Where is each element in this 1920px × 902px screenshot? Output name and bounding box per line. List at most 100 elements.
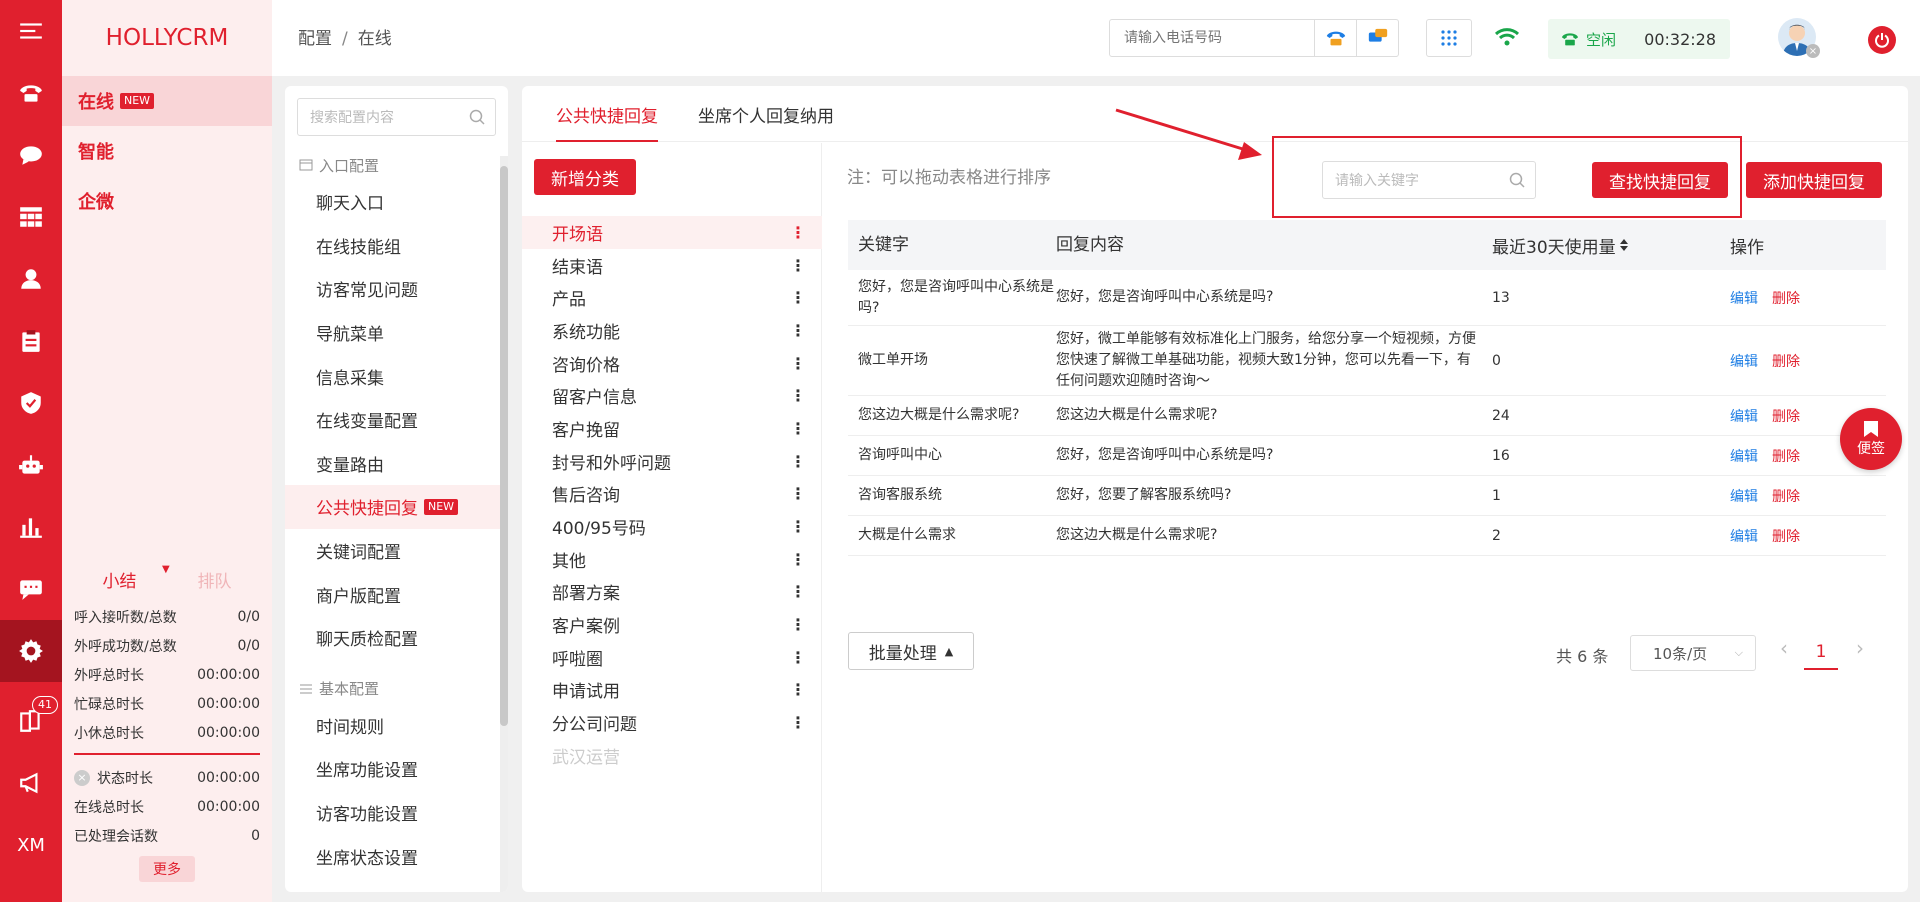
category-item[interactable]: 留客户信息 ⋮	[522, 379, 822, 412]
category-item[interactable]: 售后咨询 ⋮	[522, 478, 822, 511]
more-vertical-icon[interactable]: ⋮	[790, 713, 806, 732]
batch-action-button[interactable]: 批量处理 ▲	[848, 632, 974, 670]
category-item[interactable]: 客户案例 ⋮	[522, 608, 822, 641]
megaphone-icon[interactable]	[0, 752, 62, 814]
menu-item-smart[interactable]: 智能	[62, 126, 272, 176]
config-item[interactable]: 坐席状态设置	[285, 834, 508, 878]
config-item[interactable]: 在线变量配置	[285, 398, 508, 442]
category-item[interactable]: 申请试用 ⋮	[522, 674, 822, 707]
tab-public-quick-reply[interactable]: 公共快捷回复	[556, 86, 658, 142]
tab-summary[interactable]: 小结	[103, 567, 137, 592]
page-size-select[interactable]: 10条/页 ⌵	[1630, 635, 1756, 671]
delete-link[interactable]: 删除	[1772, 351, 1800, 371]
more-vertical-icon[interactable]: ⋮	[790, 419, 806, 438]
config-item[interactable]: 变量路由	[285, 442, 508, 486]
menu-icon[interactable]	[0, 0, 62, 62]
more-vertical-icon[interactable]: ⋮	[790, 517, 806, 536]
category-item[interactable]: 呼啦圈 ⋮	[522, 641, 822, 674]
category-item[interactable]: 开场语 ⋮	[522, 216, 822, 249]
prev-page-icon[interactable]: ‹	[1780, 636, 1788, 660]
table-row[interactable]: 您好，您是咨询呼叫中心系统是吗? 您好，您是咨询呼叫中心系统是吗? 13 编辑 删除	[848, 270, 1886, 326]
sort-icon[interactable]	[1619, 237, 1629, 253]
tab-agent-personal-reply[interactable]: 坐席个人回复纳用	[698, 86, 834, 142]
message-icon[interactable]	[0, 558, 62, 620]
scrollbar[interactable]	[500, 156, 508, 892]
edit-link[interactable]: 编辑	[1730, 351, 1758, 371]
config-item-quick-reply[interactable]: 公共快捷回复 NEW	[285, 485, 508, 529]
category-item[interactable]: 武汉运营	[522, 739, 822, 772]
more-vertical-icon[interactable]: ⋮	[790, 550, 806, 569]
category-item[interactable]: 分公司问题 ⋮	[522, 706, 822, 739]
more-button[interactable]: 更多	[139, 856, 195, 882]
edit-link[interactable]: 编辑	[1730, 486, 1758, 506]
config-item[interactable]: 时间规则	[285, 704, 508, 748]
category-item[interactable]: 咨询价格 ⋮	[522, 347, 822, 380]
dial-button[interactable]	[1314, 20, 1356, 56]
config-item[interactable]: 坐席功能设置	[285, 747, 508, 791]
power-button[interactable]	[1868, 26, 1896, 54]
phone-input[interactable]	[1110, 20, 1314, 56]
category-item[interactable]: 产品 ⋮	[522, 281, 822, 314]
menu-item-online[interactable]: 在线 NEW	[62, 76, 272, 126]
grid-icon[interactable]	[0, 186, 62, 248]
col-usage[interactable]: 最近30天使用量	[1492, 233, 1730, 258]
more-vertical-icon[interactable]: ⋮	[790, 321, 806, 340]
clipboard-icon[interactable]	[0, 310, 62, 372]
table-row[interactable]: 咨询呼叫中心 您好，您是咨询呼叫中心系统是吗? 16 编辑 删除	[848, 436, 1886, 476]
config-item[interactable]: 商户版配置	[285, 572, 508, 616]
menu-item-wecom[interactable]: 企微	[62, 176, 272, 226]
sticky-note-button[interactable]: 便签	[1840, 408, 1902, 470]
add-quick-reply-button[interactable]: 添加快捷回复	[1746, 162, 1882, 198]
phone-icon[interactable]	[0, 62, 62, 124]
more-vertical-icon[interactable]: ⋮	[790, 256, 806, 275]
more-vertical-icon[interactable]: ⋮	[790, 452, 806, 471]
delete-link[interactable]: 删除	[1772, 526, 1800, 546]
config-item[interactable]: 信息采集	[285, 354, 508, 398]
user-icon[interactable]	[0, 248, 62, 310]
chat-icon[interactable]	[0, 124, 62, 186]
delete-link[interactable]: 删除	[1772, 406, 1800, 426]
more-vertical-icon[interactable]: ⋮	[790, 223, 806, 242]
config-item[interactable]: 访客常见问题	[285, 267, 508, 311]
delete-link[interactable]: 删除	[1772, 446, 1800, 466]
delete-link[interactable]: 删除	[1772, 486, 1800, 506]
config-item[interactable]: 聊天入口	[285, 180, 508, 224]
bar-chart-icon[interactable]	[0, 496, 62, 558]
page-number[interactable]: 1	[1804, 636, 1838, 670]
avatar-close-icon[interactable]: ×	[1806, 44, 1820, 58]
robot-icon[interactable]	[0, 434, 62, 496]
category-item[interactable]: 系统功能 ⋮	[522, 314, 822, 347]
more-vertical-icon[interactable]: ⋮	[790, 386, 806, 405]
more-vertical-icon[interactable]: ⋮	[790, 354, 806, 373]
edit-link[interactable]: 编辑	[1730, 406, 1758, 426]
delete-link[interactable]: 删除	[1772, 288, 1800, 308]
more-vertical-icon[interactable]: ⋮	[790, 615, 806, 634]
book-icon[interactable]: 41	[0, 690, 62, 752]
config-item[interactable]: 聊天质检配置	[285, 616, 508, 660]
category-item[interactable]: 400/95号码 ⋮	[522, 510, 822, 543]
more-vertical-icon[interactable]: ⋮	[790, 582, 806, 601]
category-item[interactable]: 封号和外呼问题 ⋮	[522, 445, 822, 478]
breadcrumb-item[interactable]: 配置	[298, 29, 332, 49]
tab-queue[interactable]: 排队	[198, 567, 232, 592]
close-icon[interactable]: ×	[74, 769, 90, 786]
edit-link[interactable]: 编辑	[1730, 526, 1758, 546]
category-item[interactable]: 部署方案 ⋮	[522, 576, 822, 609]
more-vertical-icon[interactable]: ⋮	[790, 288, 806, 307]
shield-icon[interactable]	[0, 372, 62, 434]
category-item[interactable]: 客户挽留 ⋮	[522, 412, 822, 445]
config-item[interactable]: 访客功能设置	[285, 791, 508, 835]
scrollbar-thumb[interactable]	[500, 166, 508, 726]
edit-link[interactable]: 编辑	[1730, 446, 1758, 466]
chat-transfer-button[interactable]	[1356, 20, 1398, 56]
config-item[interactable]: 导航菜单	[285, 311, 508, 355]
category-item[interactable]: 结束语 ⋮	[522, 249, 822, 282]
more-vertical-icon[interactable]: ⋮	[790, 680, 806, 699]
config-item[interactable]: 在线技能组	[285, 224, 508, 268]
config-item[interactable]: 关键词配置	[285, 529, 508, 573]
table-row[interactable]: 您这边大概是什么需求呢? 您这边大概是什么需求呢? 24 编辑 删除	[848, 396, 1886, 436]
dialpad-button[interactable]	[1426, 19, 1472, 57]
table-row[interactable]: 大概是什么需求 您这边大概是什么需求呢? 2 编辑 删除	[848, 516, 1886, 556]
settings-icon[interactable]	[0, 620, 62, 682]
table-row[interactable]: 咨询客服系统 您好，您要了解客服系统吗? 1 编辑 删除	[848, 476, 1886, 516]
